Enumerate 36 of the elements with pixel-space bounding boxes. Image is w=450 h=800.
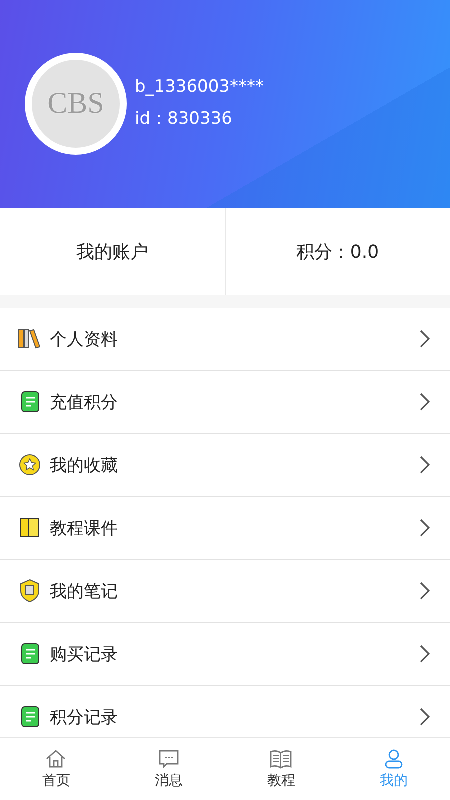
- open-book-icon: [270, 748, 292, 768]
- menu-label: 我的收藏: [50, 454, 119, 476]
- message-icon: [158, 748, 180, 768]
- chevron-icon: [420, 330, 430, 348]
- user-icon: [382, 748, 405, 768]
- nav-tab[interactable]: 首页: [0, 738, 112, 800]
- chevron-icon: [420, 519, 430, 537]
- menu-item[interactable]: 我的笔记: [0, 560, 450, 623]
- nav-tab[interactable]: 教程: [225, 738, 338, 800]
- home-icon: [45, 748, 68, 768]
- shield-icon: [18, 578, 42, 604]
- menu-label: 购买记录: [50, 644, 119, 666]
- menu-label: 教程课件: [50, 518, 119, 540]
- stat-label[interactable]: 积分：0.0: [296, 240, 380, 264]
- menu-item[interactable]: 充值积分: [0, 371, 450, 434]
- user-id: id：830336: [135, 108, 234, 130]
- chevron-icon: [420, 393, 430, 411]
- books-icon: [18, 328, 42, 350]
- menu-item[interactable]: 教程课件: [0, 497, 450, 560]
- menu-label: 充值积分: [50, 392, 119, 414]
- chevron-icon: [420, 456, 430, 474]
- menu-item[interactable]: 购买记录: [0, 623, 450, 686]
- menu-item[interactable]: 我的收藏: [0, 434, 450, 497]
- menu-label: 积分记录: [50, 706, 119, 728]
- menu-label: 我的笔记: [50, 580, 119, 602]
- avatar-initials: CBS: [48, 87, 104, 121]
- menu-item[interactable]: 个人资料: [0, 308, 450, 371]
- chevron-icon: [420, 582, 430, 600]
- username: b_1336003****: [135, 76, 264, 96]
- chevron-icon: [420, 645, 430, 663]
- stat-label[interactable]: 我的账户: [76, 240, 148, 264]
- book-icon: [18, 516, 42, 540]
- menu-label: 个人资料: [50, 328, 119, 350]
- nav-tab[interactable]: 消息: [112, 738, 225, 800]
- star-coin-icon: [18, 453, 42, 477]
- chevron-icon: [420, 708, 430, 726]
